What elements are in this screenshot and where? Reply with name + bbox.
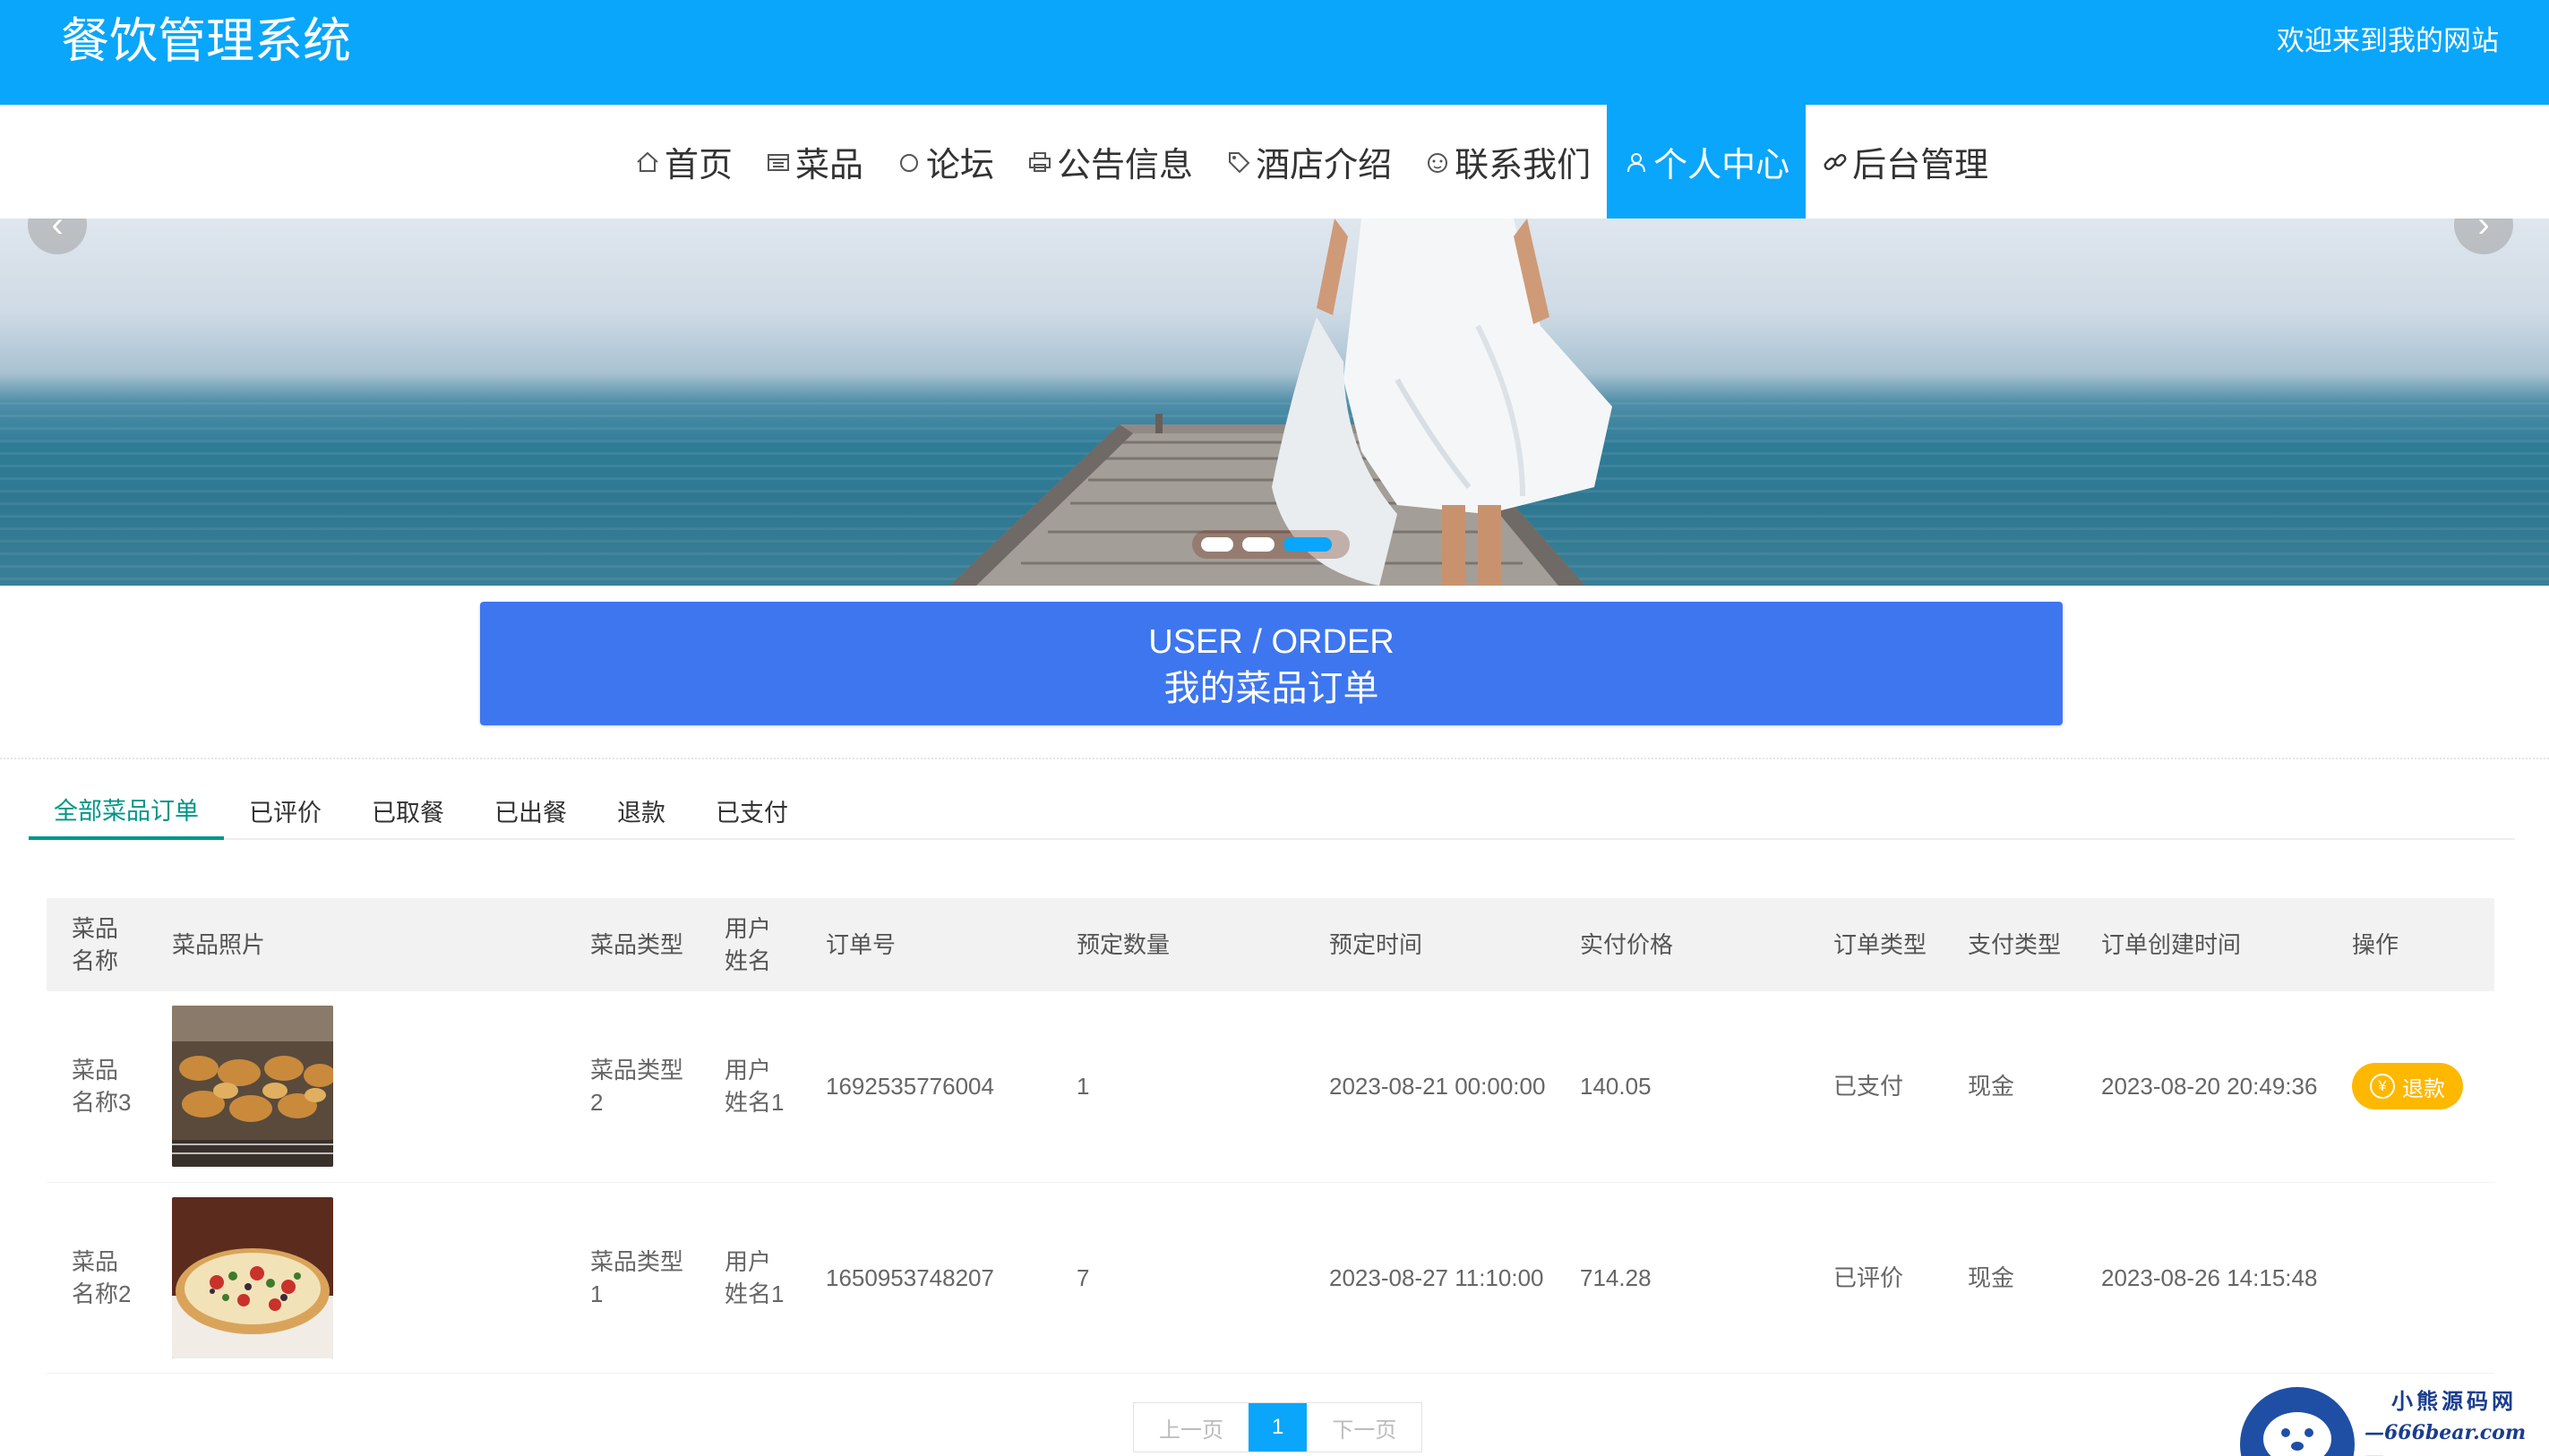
site-title: 餐饮管理系统: [61, 14, 351, 68]
column-header: 用户姓名: [699, 898, 801, 991]
column-header: 菜品名称: [47, 898, 147, 991]
cell-name: 菜品名称2: [47, 1182, 147, 1374]
column-header: 菜品类型: [565, 898, 699, 991]
chevron-right-icon: ›: [2477, 218, 2490, 244]
refund-button[interactable]: ¥ 退款: [2352, 1063, 2463, 1110]
column-header: 操作: [2327, 898, 2494, 991]
cell-user: 用户姓名1: [699, 1182, 801, 1374]
nav-item-home[interactable]: 首页: [618, 105, 749, 218]
section-title-cn: 我的菜品订单: [1163, 669, 1379, 708]
order-tabs: 全部菜品订单 已评价 已取餐 已出餐 退款 已支付: [29, 781, 2515, 840]
table-row[interactable]: 菜品名称2 菜品类型1 用户姓名1 1650953748207 7 2023-0…: [47, 1182, 2494, 1374]
cell-qty: 1: [1051, 991, 1304, 1183]
cell-action: [2327, 1182, 2494, 1374]
cell-price: 714.28: [1555, 1182, 1808, 1374]
skewers-photo[interactable]: [172, 1006, 333, 1168]
nav-label: 论坛: [926, 147, 995, 184]
cell-order-no: 1650953748207: [801, 1182, 1051, 1374]
next-page-button[interactable]: 下一页: [1307, 1403, 1422, 1452]
cell-type: 菜品类型1: [565, 1182, 699, 1374]
column-header: 订单类型: [1808, 898, 1943, 991]
tab-served[interactable]: 已出餐: [469, 781, 592, 840]
orders-table: 菜品名称 菜品照片 菜品类型 用户姓名 订单号 预定数量 预定时间 实付价格 订…: [47, 898, 2494, 1374]
divider: [0, 758, 2549, 759]
cell-order-no: 1692535776004: [801, 991, 1051, 1183]
column-header: 订单号: [801, 898, 1051, 991]
column-header: 订单创建时间: [2076, 898, 2327, 991]
carousel-dot-1[interactable]: [1201, 537, 1233, 552]
cell-reserve-time: 2023-08-21 00:00:00: [1304, 991, 1555, 1183]
home-icon: [634, 149, 661, 176]
nav-label: 联系我们: [1455, 147, 1592, 184]
prev-page-button[interactable]: 上一页: [1134, 1403, 1249, 1452]
nav-item-dishes[interactable]: 菜品: [749, 105, 880, 218]
column-header: 预定数量: [1051, 898, 1304, 991]
carousel-dot-3[interactable]: [1283, 537, 1332, 552]
page-number-current[interactable]: 1: [1249, 1403, 1308, 1452]
carousel-dot-2[interactable]: [1242, 537, 1274, 552]
cell-created: 2023-08-20 20:49:36: [2076, 991, 2327, 1183]
banner-carousel: ‹ ›: [0, 218, 2549, 586]
pagination: 上一页 1 下一页: [1133, 1402, 1423, 1452]
nav-label: 公告信息: [1057, 147, 1194, 184]
section-title-block: USER / ORDER 我的菜品订单: [480, 602, 2063, 725]
cell-photo: [147, 1182, 565, 1374]
bear-logo-icon: [2240, 1387, 2355, 1456]
cell-order-type: 已支付: [1808, 991, 1943, 1183]
top-header: 餐饮管理系统 欢迎来到我的网站: [0, 0, 2549, 105]
refund-label: 退款: [2402, 1076, 2445, 1101]
tab-refund[interactable]: 退款: [592, 781, 691, 840]
section-title-en: USER / ORDER: [1148, 623, 1395, 661]
tab-all-orders[interactable]: 全部菜品订单: [29, 781, 224, 840]
pizza-photo[interactable]: [172, 1196, 333, 1358]
watermark: 小熊源码网 —666bear.com—: [2239, 1375, 2544, 1456]
main-nav: 首页 菜品 论坛 公告信息 酒店介绍 联系我们 个人中心 后台管理: [0, 105, 2549, 218]
table-header-row: 菜品名称 菜品照片 菜品类型 用户姓名 订单号 预定数量 预定时间 实付价格 订…: [47, 898, 2494, 991]
watermark-url: —666bear.com—: [2364, 1421, 2527, 1456]
chevron-left-icon: ‹: [51, 218, 64, 244]
link-icon: [1822, 149, 1849, 176]
tab-picked-up[interactable]: 已取餐: [347, 781, 469, 840]
nav-item-admin[interactable]: 后台管理: [1806, 105, 2004, 218]
column-header: 支付类型: [1943, 898, 2076, 991]
cell-user: 用户姓名1: [699, 991, 801, 1183]
tab-reviewed[interactable]: 已评价: [224, 781, 347, 840]
tab-paid[interactable]: 已支付: [691, 781, 813, 840]
nav-item-forum[interactable]: 论坛: [880, 105, 1010, 218]
column-header: 实付价格: [1555, 898, 1808, 991]
nav-item-announcements[interactable]: 公告信息: [1010, 105, 1209, 218]
forum-icon: [896, 149, 923, 176]
yen-icon: ¥: [2370, 1074, 2395, 1100]
column-header: 菜品照片: [147, 898, 565, 991]
cell-pay-type: 现金: [1943, 1182, 2076, 1374]
user-icon: [1623, 149, 1650, 176]
cell-pay-type: 现金: [1943, 991, 2076, 1183]
nav-label: 个人中心: [1653, 147, 1790, 184]
cell-qty: 7: [1051, 1182, 1304, 1374]
watermark-text: 小熊源码网: [2391, 1388, 2517, 1414]
cell-name: 菜品名称3: [47, 991, 147, 1183]
cell-type: 菜品类型2: [565, 991, 699, 1183]
cell-order-type: 已评价: [1808, 1182, 1943, 1374]
printer-icon: [1026, 149, 1053, 176]
nav-item-hotel-intro[interactable]: 酒店介绍: [1209, 105, 1408, 218]
welcome-text: 欢迎来到我的网站: [2277, 25, 2499, 56]
nav-label: 菜品: [795, 147, 864, 184]
nav-label: 后台管理: [1852, 147, 1989, 184]
tag-icon: [1225, 149, 1252, 176]
nav-label: 酒店介绍: [1256, 147, 1393, 184]
cell-action: ¥ 退款: [2327, 991, 2494, 1183]
cell-created: 2023-08-26 14:15:48: [2076, 1182, 2327, 1374]
nav-item-contact[interactable]: 联系我们: [1408, 105, 1607, 218]
carousel-indicators: [1192, 530, 1350, 559]
cell-photo: [147, 991, 565, 1183]
nav-item-personal-center[interactable]: 个人中心: [1607, 105, 1807, 218]
cell-price: 140.05: [1555, 991, 1808, 1183]
column-header: 预定时间: [1304, 898, 1555, 991]
face-icon: [1424, 149, 1451, 176]
table-row[interactable]: 菜品名称3 菜品类型2 用户姓名1 1692535776004 1 2023-0…: [47, 991, 2494, 1183]
nav-label: 首页: [665, 147, 734, 184]
cell-reserve-time: 2023-08-27 11:10:00: [1304, 1182, 1555, 1374]
menu-icon: [765, 149, 792, 176]
